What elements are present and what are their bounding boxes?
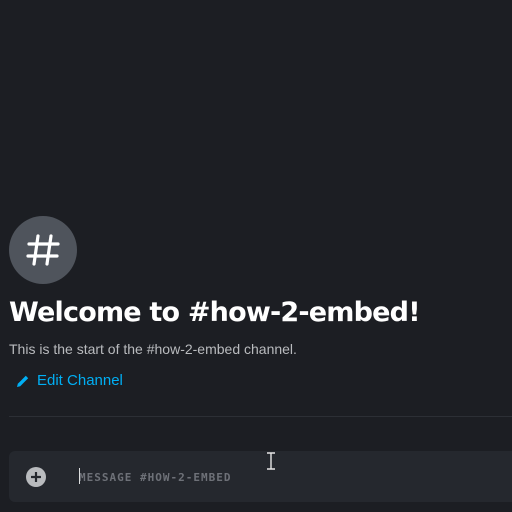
- chat-view: Welcome to #how-2-embed! This is the sta…: [0, 0, 512, 512]
- edit-channel-label: Edit Channel: [37, 372, 123, 389]
- divider: [9, 416, 512, 417]
- welcome-subtitle: This is the start of the #how-2-embed ch…: [9, 341, 297, 357]
- text-caret: [79, 468, 80, 484]
- welcome-title: Welcome to #how-2-embed!: [9, 297, 421, 328]
- hashtag-icon: [9, 216, 77, 284]
- plus-circle-icon[interactable]: [26, 467, 46, 487]
- message-composer: [9, 451, 512, 502]
- pencil-icon: [16, 374, 30, 388]
- channel-welcome: Welcome to #how-2-embed! This is the sta…: [9, 216, 512, 393]
- edit-channel-button[interactable]: Edit Channel: [16, 372, 123, 389]
- ibeam-cursor-icon: [265, 452, 277, 470]
- message-input[interactable]: [79, 464, 499, 490]
